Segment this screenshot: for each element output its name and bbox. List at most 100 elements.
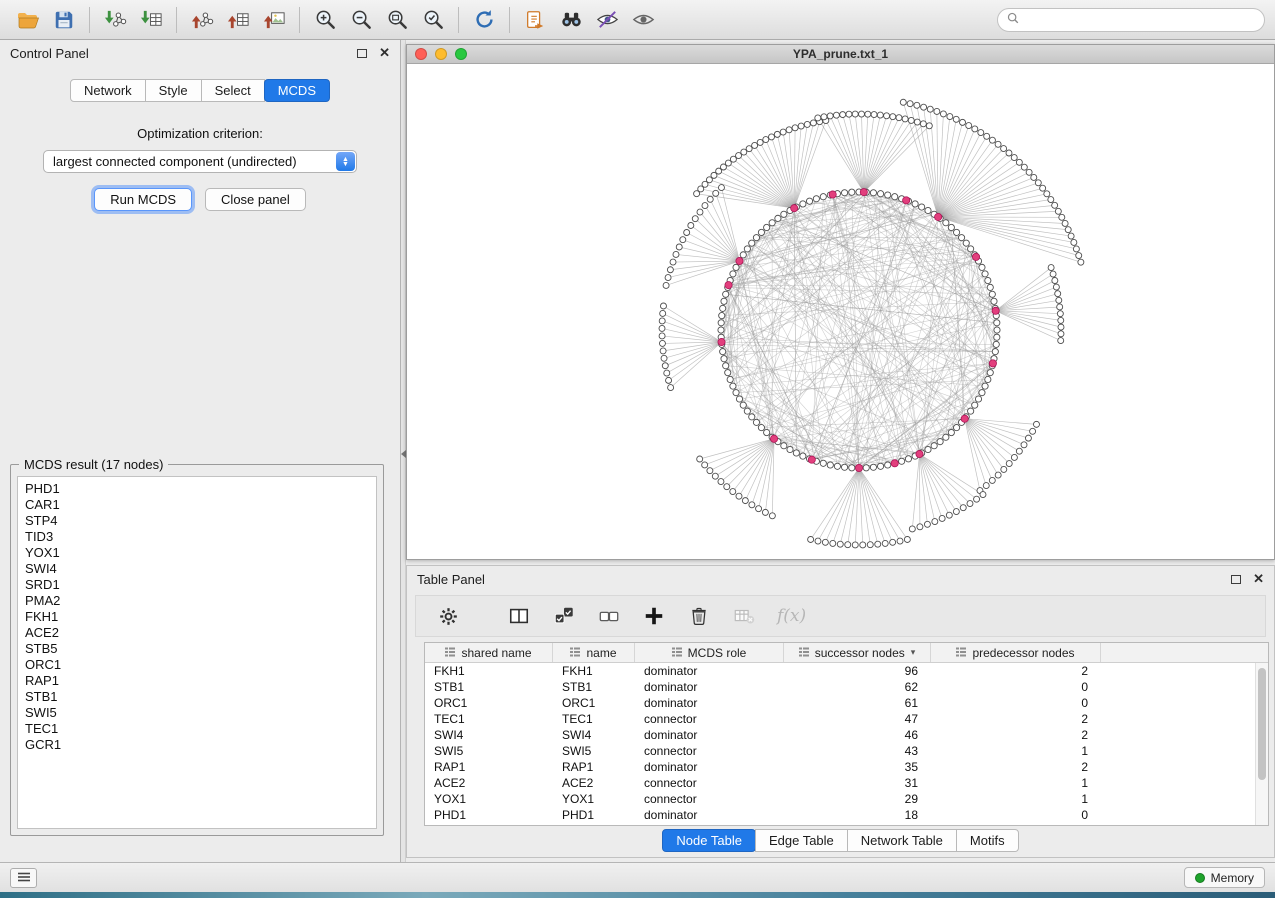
table-cell: 2 [931,712,1101,726]
tab-select[interactable]: Select [201,79,265,102]
table-row[interactable]: YOX1YOX1connector291 [425,791,1255,807]
close-panel-button[interactable]: Close panel [205,188,306,211]
float-panel-icon[interactable] [357,49,367,58]
delete-row-icon[interactable] [687,602,711,630]
result-node[interactable]: STB5 [18,641,376,657]
result-node[interactable]: CAR1 [18,497,376,513]
result-node[interactable]: PMA2 [18,593,376,609]
show-eye-icon[interactable] [625,4,661,36]
result-node[interactable]: YOX1 [18,545,376,561]
table-cell: ACE2 [425,776,553,790]
table-cell: 0 [931,680,1101,694]
mcds-result-list[interactable]: PHD1CAR1STP4TID3YOX1SWI4SRD1PMA2FKH1ACE2… [17,476,377,829]
table-row[interactable]: SWI5SWI5connector431 [425,743,1255,759]
tab-style[interactable]: Style [145,79,202,102]
network-graph[interactable] [407,64,1274,559]
tab-edge-table[interactable]: Edge Table [755,829,848,852]
result-node[interactable]: TID3 [18,529,376,545]
table-cell: 43 [784,744,931,758]
import-table-icon[interactable] [133,4,169,36]
toolbar-divider [299,7,300,33]
open-file-icon[interactable] [10,4,46,36]
table-row[interactable]: RAP1RAP1dominator352 [425,759,1255,775]
window-zoom-button[interactable] [455,48,467,60]
panel-layout-menu-button[interactable] [10,868,37,888]
table-cell: 96 [784,664,931,678]
attribute-icon [672,646,682,660]
optimization-criterion-dropdown[interactable]: largest connected component (undirected)… [43,150,357,173]
column-header-predecessor-nodes[interactable]: predecessor nodes [931,643,1101,662]
settings-gear-icon[interactable] [436,602,460,630]
result-node[interactable]: SRD1 [18,577,376,593]
window-close-button[interactable] [415,48,427,60]
table-cell: 61 [784,696,931,710]
run-mcds-button[interactable]: Run MCDS [94,188,192,211]
scrollbar-thumb[interactable] [1258,668,1266,780]
zoom-fit-icon[interactable] [379,4,415,36]
table-cell: YOX1 [553,792,635,806]
network-canvas[interactable] [407,64,1274,559]
table-cell: 29 [784,792,931,806]
table-cell: SWI4 [425,728,553,742]
column-header-MCDS-role[interactable]: MCDS role [635,643,784,662]
node-table-body: FKH1FKH1dominator962STB1STB1dominator620… [425,663,1255,825]
tab-network[interactable]: Network [70,79,146,102]
add-row-icon[interactable] [642,602,666,630]
result-node[interactable]: STP4 [18,513,376,529]
result-node[interactable]: STB1 [18,689,376,705]
zoom-out-icon[interactable] [343,4,379,36]
result-node[interactable]: SWI5 [18,705,376,721]
result-node[interactable]: TEC1 [18,721,376,737]
column-header-name[interactable]: name [553,643,635,662]
table-row[interactable]: SWI4SWI4dominator462 [425,727,1255,743]
attribute-icon [799,646,809,660]
tab-mcds[interactable]: MCDS [264,79,330,102]
network-window-titlebar[interactable]: YPA_prune.txt_1 [407,45,1274,64]
table-scrollbar[interactable] [1255,663,1268,825]
zoom-selected-icon[interactable] [415,4,451,36]
refresh-icon[interactable] [466,4,502,36]
zoom-in-icon[interactable] [307,4,343,36]
tab-node-table[interactable]: Node Table [662,829,756,852]
table-row[interactable]: FKH1FKH1dominator962 [425,663,1255,679]
table-row[interactable]: TEC1TEC1connector472 [425,711,1255,727]
result-node[interactable]: RAP1 [18,673,376,689]
export-image-icon[interactable] [256,4,292,36]
save-icon[interactable] [46,4,82,36]
table-cell: RAP1 [425,760,553,774]
column-header-successor-nodes[interactable]: successor nodes▾ [784,643,931,662]
column-header-shared-name[interactable]: shared name [425,643,553,662]
share-document-icon[interactable] [517,4,553,36]
find-icon[interactable] [553,4,589,36]
result-node[interactable]: GCR1 [18,737,376,753]
columns-icon[interactable] [507,602,531,630]
hide-selection-icon[interactable] [589,4,625,36]
table-cell: SWI4 [553,728,635,742]
memory-button[interactable]: Memory [1184,867,1265,888]
deselect-all-icon[interactable] [597,602,621,630]
search-input[interactable] [1024,13,1255,27]
export-table-icon[interactable] [220,4,256,36]
table-row[interactable]: PHD1PHD1dominator180 [425,807,1255,823]
tab-motifs[interactable]: Motifs [956,829,1019,852]
result-node[interactable]: FKH1 [18,609,376,625]
import-network-icon[interactable] [97,4,133,36]
table-row[interactable]: ACE2ACE2connector311 [425,775,1255,791]
result-node[interactable]: SWI4 [18,561,376,577]
table-row[interactable]: ORC1ORC1dominator610 [425,695,1255,711]
close-panel-icon[interactable]: ✕ [379,48,390,58]
table-cell: dominator [635,664,784,678]
table-row[interactable]: STB1STB1dominator620 [425,679,1255,695]
tab-network-table[interactable]: Network Table [847,829,957,852]
export-network-icon[interactable] [184,4,220,36]
result-node[interactable]: ACE2 [18,625,376,641]
result-node[interactable]: PHD1 [18,481,376,497]
function-builder-icon: f(x) [777,602,806,630]
float-panel-icon[interactable] [1231,575,1241,584]
search-box[interactable] [997,8,1265,32]
select-all-icon[interactable] [552,602,576,630]
window-minimize-button[interactable] [435,48,447,60]
close-panel-icon[interactable]: ✕ [1253,574,1264,584]
table-cell: STB1 [553,680,635,694]
result-node[interactable]: ORC1 [18,657,376,673]
